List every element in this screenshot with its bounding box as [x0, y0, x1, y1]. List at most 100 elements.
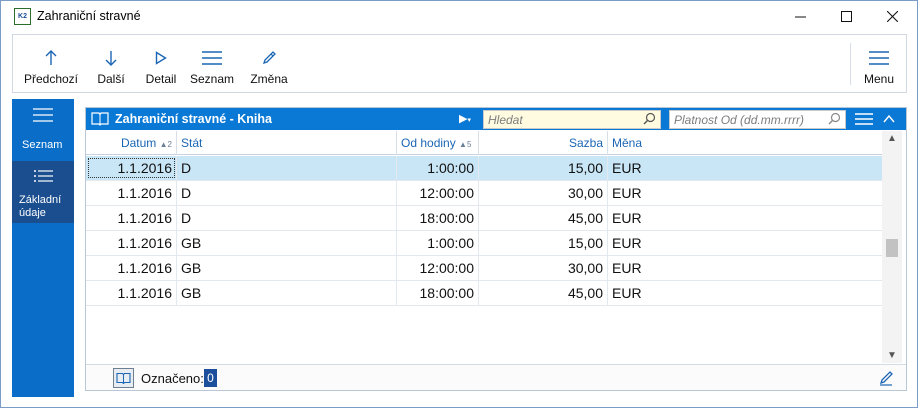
- details-list-icon: [12, 169, 74, 183]
- window-title: Zahraniční stravné: [37, 9, 141, 23]
- scroll-up-icon[interactable]: ▲: [882, 133, 902, 144]
- cell-from-hour[interactable]: 12:00:00: [397, 256, 479, 280]
- cell-date[interactable]: 1.1.2016: [86, 206, 177, 230]
- next-label: Další: [97, 72, 125, 86]
- table-row[interactable]: 1.1.2016 D 1:00:00 15,00 EUR: [86, 156, 882, 181]
- sidebar-item-basic-data[interactable]: Základní údaje: [12, 161, 74, 223]
- table-row[interactable]: 1.1.2016 GB 18:00:00 45,00 EUR: [86, 281, 882, 306]
- list-icon: [12, 108, 74, 122]
- column-header-country[interactable]: Stát: [177, 131, 397, 155]
- book-toggle-button[interactable]: [113, 368, 134, 388]
- app-logo-icon: K2: [14, 8, 31, 25]
- play-menu-icon[interactable]: ▶▾: [459, 112, 471, 125]
- close-icon: [886, 11, 898, 22]
- sort-asc-icon: ▲: [159, 140, 168, 149]
- menu-button[interactable]: Menu: [859, 35, 899, 92]
- list-icon: [201, 45, 223, 71]
- cell-date[interactable]: 1.1.2016: [86, 256, 177, 280]
- cell-currency[interactable]: EUR: [608, 206, 882, 230]
- app-window: K2 Zahraniční stravné Předchozí Další De…: [0, 0, 918, 408]
- cell-country[interactable]: GB: [177, 281, 397, 305]
- cell-from-hour[interactable]: 12:00:00: [397, 181, 479, 205]
- cell-country[interactable]: GB: [177, 256, 397, 280]
- minimize-icon: [794, 16, 806, 18]
- cell-rate[interactable]: 30,00: [479, 256, 608, 280]
- cell-country[interactable]: D: [177, 181, 397, 205]
- panel-menu-icon[interactable]: [854, 112, 874, 129]
- cell-currency[interactable]: EUR: [608, 156, 882, 180]
- search-icon[interactable]: [828, 112, 841, 128]
- cell-rate[interactable]: 45,00: [479, 281, 608, 305]
- sidebar: Seznam Základní údaje: [12, 99, 74, 397]
- sidebar-item-list[interactable]: Seznam: [12, 99, 74, 159]
- cell-currency[interactable]: EUR: [608, 231, 882, 255]
- cell-rate[interactable]: 15,00: [479, 156, 608, 180]
- sidebar-item-label-line1: Základní: [19, 194, 62, 206]
- cell-country[interactable]: GB: [177, 231, 397, 255]
- toolbar: Předchozí Další Detail Seznam Změna Menu: [12, 34, 907, 93]
- arrow-up-icon: [45, 45, 57, 71]
- cell-date[interactable]: 1.1.2016: [86, 231, 177, 255]
- data-grid: Datum ▲2 Stát Od hodiny ▲5 Sazba Měna 1.…: [86, 131, 882, 361]
- cell-rate[interactable]: 45,00: [479, 206, 608, 230]
- pencil-icon[interactable]: [878, 370, 894, 389]
- cell-date[interactable]: 1.1.2016: [86, 281, 177, 305]
- cell-rate[interactable]: 15,00: [479, 231, 608, 255]
- previous-label: Předchozí: [23, 72, 79, 86]
- cell-date[interactable]: 1.1.2016: [86, 181, 177, 205]
- detail-button[interactable]: Detail: [141, 35, 181, 92]
- search-input[interactable]: Hledat: [483, 110, 661, 129]
- cell-from-hour[interactable]: 1:00:00: [397, 156, 479, 180]
- list-label: Seznam: [189, 72, 235, 86]
- table-row[interactable]: 1.1.2016 GB 12:00:00 30,00 EUR: [86, 256, 882, 281]
- sort-asc-icon: ▲: [459, 140, 467, 149]
- search-placeholder: Hledat: [488, 113, 523, 127]
- column-header-date[interactable]: Datum ▲2: [86, 131, 177, 155]
- edit-button[interactable]: Změna: [246, 35, 292, 92]
- pencil-icon: [261, 45, 277, 71]
- column-label: Datum: [120, 136, 157, 150]
- maximize-button[interactable]: [823, 1, 869, 32]
- cell-currency[interactable]: EUR: [608, 281, 882, 305]
- panel-title: Zahraniční stravné - Kniha: [115, 112, 272, 126]
- scroll-down-icon[interactable]: ▼: [882, 350, 902, 361]
- sidebar-item-label-line2: údaje: [19, 207, 46, 219]
- cell-from-hour[interactable]: 18:00:00: [397, 281, 479, 305]
- column-label: Sazba: [568, 136, 603, 150]
- cell-country[interactable]: D: [177, 156, 397, 180]
- cell-date[interactable]: 1.1.2016: [86, 156, 177, 180]
- valid-from-input[interactable]: Platnost Od (dd.mm.rrrr): [669, 110, 846, 129]
- panel-header: Zahraniční stravné - Kniha ▶▾ Hledat Pla…: [86, 108, 906, 130]
- detail-label: Detail: [145, 72, 177, 86]
- search-icon[interactable]: [643, 112, 656, 128]
- cell-country[interactable]: D: [177, 206, 397, 230]
- close-button[interactable]: [869, 1, 915, 32]
- table-row[interactable]: 1.1.2016 D 12:00:00 30,00 EUR: [86, 181, 882, 206]
- column-header-rate[interactable]: Sazba: [479, 131, 608, 155]
- cell-from-hour[interactable]: 1:00:00: [397, 231, 479, 255]
- next-button[interactable]: Další: [91, 35, 131, 92]
- cell-currency[interactable]: EUR: [608, 256, 882, 280]
- play-icon: [155, 45, 167, 71]
- table-row[interactable]: 1.1.2016 GB 1:00:00 15,00 EUR: [86, 231, 882, 256]
- minimize-button[interactable]: [777, 1, 823, 32]
- menu-label: Menu: [863, 72, 895, 86]
- title-bar: K2 Zahraniční stravné: [1, 1, 917, 32]
- list-button[interactable]: Seznam: [189, 35, 235, 92]
- marked-label: Označeno:: [141, 371, 204, 386]
- cell-currency[interactable]: EUR: [608, 181, 882, 205]
- table-row[interactable]: 1.1.2016 D 18:00:00 45,00 EUR: [86, 206, 882, 231]
- sidebar-item-label: Seznam: [22, 139, 63, 151]
- scroll-thumb[interactable]: [886, 239, 898, 257]
- arrow-down-icon: [105, 45, 117, 71]
- cell-rate[interactable]: 30,00: [479, 181, 608, 205]
- vertical-scrollbar[interactable]: ▲ ▼: [882, 131, 902, 363]
- column-header-currency[interactable]: Měna: [608, 131, 882, 155]
- column-label: Stát: [181, 136, 203, 150]
- edit-label: Změna: [250, 72, 288, 86]
- collapse-icon[interactable]: [882, 112, 896, 129]
- previous-button[interactable]: Předchozí: [23, 35, 79, 92]
- column-header-from-hour[interactable]: Od hodiny ▲5: [397, 131, 479, 155]
- column-label: Měna: [612, 136, 643, 150]
- cell-from-hour[interactable]: 18:00:00: [397, 206, 479, 230]
